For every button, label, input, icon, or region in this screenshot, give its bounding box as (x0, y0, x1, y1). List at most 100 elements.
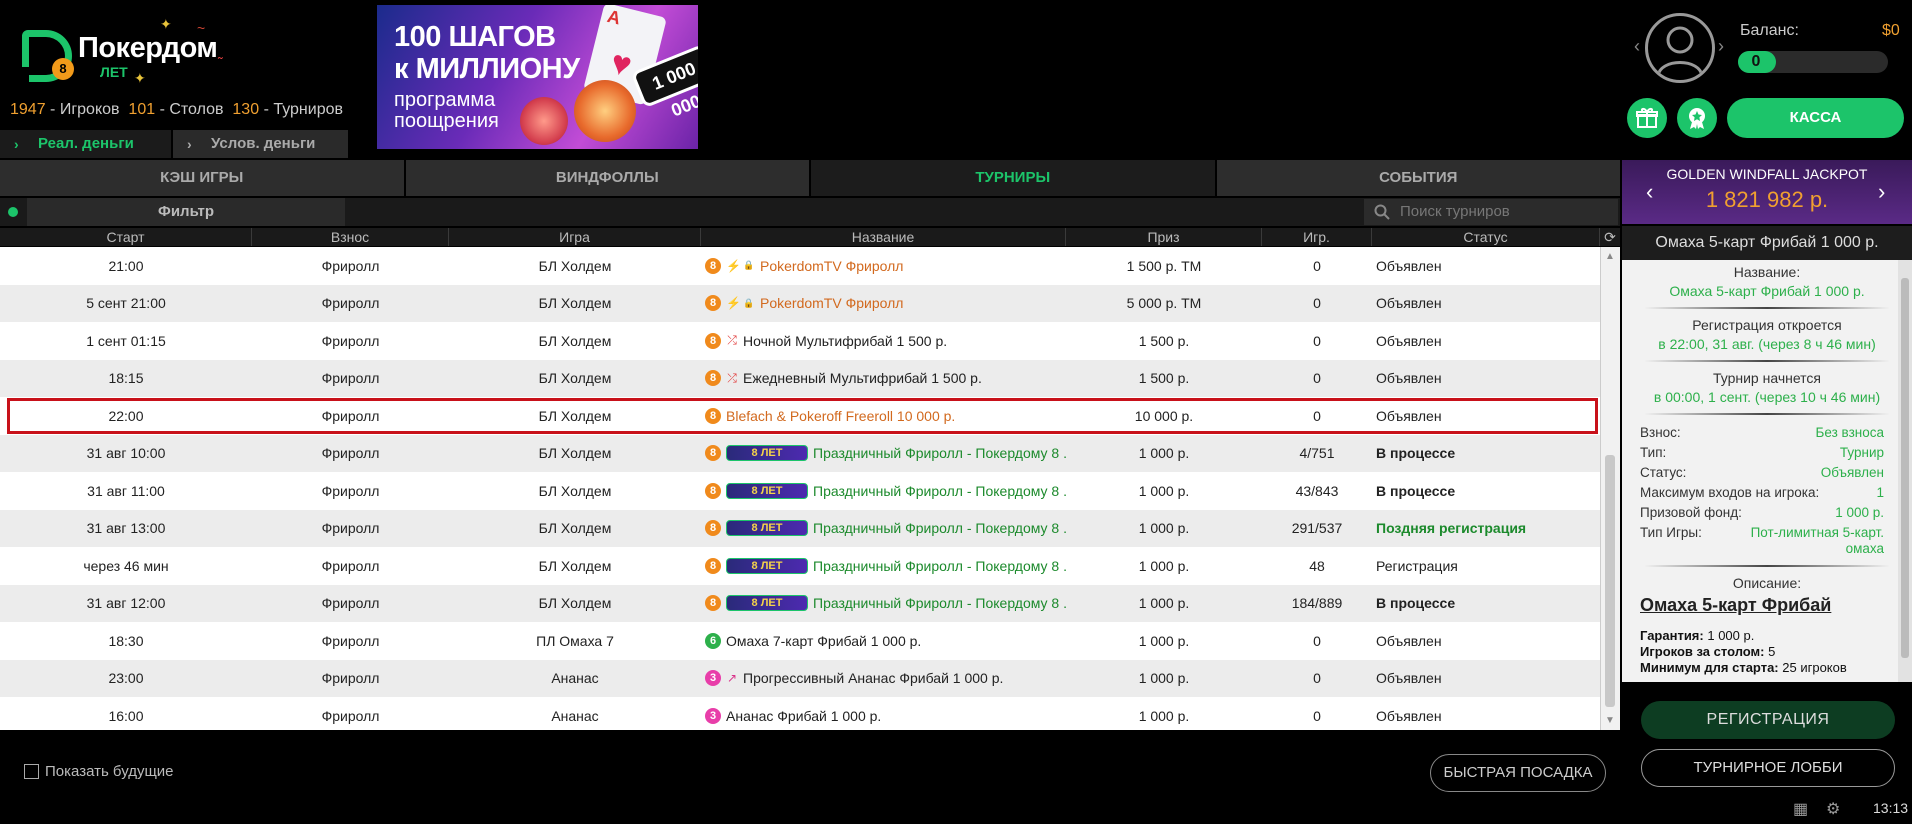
tab-play-money[interactable]: › Услов. деньги (173, 130, 348, 158)
table-row[interactable]: 18:15 Фриролл БЛ Холдем 8 ⤮ Ежедневный Мульти… (0, 359, 1600, 397)
cell-game: БЛ Холдем (538, 257, 612, 274)
table-row[interactable]: через 46 мин Фриролл БЛ Холдем 8 8 ЛЕТ Праздн… (0, 547, 1600, 585)
seats-badge: 8 (705, 520, 721, 537)
tournament-name: Ночной Мультифрибай 1 500 р. (743, 332, 948, 349)
table-row-selected[interactable]: 22:00 Фриролл БЛ Холдем 8 Blefach & Pokeroff… (0, 397, 1600, 435)
table-row[interactable]: 31 авг 11:00 Фриролл БЛ Холдем 8 8 ЛЕТ Праздн… (0, 472, 1600, 510)
details-scroll-thumb[interactable] (1901, 278, 1909, 658)
table-row[interactable]: 31 авг 13:00 Фриролл БЛ Холдем 8 8 ЛЕТ Праздн… (0, 509, 1600, 547)
detail-key: Взнос: (1640, 425, 1681, 440)
seats-badge: 8 (705, 295, 721, 312)
table-row[interactable]: 16:00 Фриролл Ананас 3 Ананас Фрибай 1 000 р… (0, 697, 1600, 730)
table-row[interactable]: 1 сент 01:15 Фриролл БЛ Холдем 8 ⤮ Ночной Мул… (0, 322, 1600, 360)
register-button[interactable]: РЕГИСТРАЦИЯ (1641, 701, 1895, 739)
gear-icon[interactable]: ⚙ (1826, 799, 1840, 819)
cell-game: ПЛ Омаха 7 (536, 632, 614, 649)
table-header: Старт Взнос Игра Название Приз Игр. Стат… (0, 228, 1620, 246)
tournament-details: Название: Омаха 5-карт Фрибай 1 000 р. Р… (1622, 260, 1912, 682)
level-number: 0 (1751, 53, 1761, 70)
col-players[interactable]: Игр. (1262, 228, 1372, 246)
tournament-name: Праздничный Фриролл - Покердому 8 ... (813, 520, 1066, 537)
per-table-label: Игроков за столом: (1640, 644, 1765, 659)
poker-lobby: 8 Покердом ЛЕТ ✦ ~ ˜ ✦ 1947 - Игроков 10… (0, 0, 1912, 824)
tables-count: 101 (128, 101, 156, 118)
cell-fee: Фриролл (321, 407, 380, 424)
coin-icon (520, 97, 568, 145)
show-future-checkbox[interactable] (24, 764, 39, 779)
cell-fee: Фриролл (321, 595, 380, 612)
rewards-button[interactable] (1677, 98, 1717, 138)
anniversary-badge-icon: 8 ЛЕТ (726, 595, 808, 612)
cell-name: 8 ⤮ Ежедневный Мультифрибай 1 500 р. (701, 370, 1066, 387)
user-icon (1656, 26, 1704, 77)
chevron-right-icon[interactable]: › (1878, 179, 1885, 205)
tab-tournaments[interactable]: ТУРНИРЫ (811, 160, 1217, 196)
scroll-up-icon[interactable]: ▲ (1605, 251, 1615, 262)
chevron-right-icon[interactable]: › (1718, 36, 1724, 57)
col-game[interactable]: Игра (449, 228, 701, 246)
banner-title-line2: к МИЛЛИОНУ (394, 53, 580, 85)
filter-button[interactable]: Фильтр (27, 198, 345, 226)
scroll-thumb[interactable] (1605, 455, 1615, 707)
refresh-icon[interactable]: ⟳ (1600, 228, 1620, 246)
lock-icon: 🔒 (743, 260, 755, 271)
cell-fee: Фриролл (321, 332, 380, 349)
col-fee[interactable]: Взнос (252, 228, 449, 246)
money-mode-tabs: › Реал. деньги › Услов. деньги (0, 130, 348, 158)
cashier-button[interactable]: КАССА (1727, 98, 1904, 138)
cell-status: Объявлен (1376, 370, 1442, 387)
promo-banner[interactable]: 100 ШАГОВ к МИЛЛИОНУ программа поощрения… (377, 5, 698, 149)
tournament-lobby-button[interactable]: ТУРНИРНОЕ ЛОББИ (1641, 749, 1895, 787)
tab-events[interactable]: СОБЫТИЯ (1216, 160, 1620, 196)
balance-label: Баланс: (1740, 22, 1799, 39)
table-row[interactable]: 31 авг 10:00 Фриролл БЛ Холдем 8 8 ЛЕТ Праздн… (0, 434, 1600, 472)
table-row[interactable]: 21:00 Фриролл БЛ Холдем 8 ⚡ 🔒 PokerdomTV Фриро… (0, 247, 1600, 285)
cell-status: Объявлен (1376, 407, 1442, 424)
table-row[interactable]: 18:30 Фриролл ПЛ Омаха 7 6 Омаха 7-карт Фриб… (0, 622, 1600, 660)
tab-real-money[interactable]: › Реал. деньги (0, 130, 172, 158)
table-scrollbar[interactable]: ▲ ▼ (1600, 247, 1620, 730)
seats-badge: 8 (705, 257, 721, 274)
table-row[interactable]: 5 сент 21:00 Фриролл БЛ Холдем 8 ⚡ 🔒 PokerdomT… (0, 284, 1600, 322)
quick-seat-button[interactable]: БЫСТРАЯ ПОСАДКА (1430, 754, 1606, 792)
cell-game: БЛ Холдем (538, 557, 612, 574)
cell-start: через 46 мин (83, 557, 169, 574)
chevron-left-icon[interactable]: ‹ (1634, 36, 1640, 57)
search-input[interactable]: Поиск турниров (1364, 199, 1618, 225)
tournaments-count: 130 (232, 101, 260, 118)
tab-windfalls[interactable]: ВИНДФОЛЛЫ (405, 160, 811, 196)
col-prize[interactable]: Приз (1066, 228, 1262, 246)
min-start-label: Минимум для старта: (1640, 660, 1779, 675)
lobby-tabs: КЭШ ИГРЫ ВИНДФОЛЛЫ ТУРНИРЫ СОБЫТИЯ (0, 160, 1620, 196)
details-scrollbar[interactable] (1898, 260, 1912, 682)
scroll-down-icon[interactable]: ▼ (1605, 715, 1615, 726)
coin-icon (574, 80, 636, 142)
col-name[interactable]: Название (701, 228, 1066, 246)
detail-property: Статус: Объявлен (1622, 463, 1912, 483)
cell-players: 0 (1313, 295, 1321, 312)
tournament-name: Праздничный Фриролл - Покердому 8 ... (813, 595, 1066, 612)
cell-prize: 1 000 р. (1138, 595, 1190, 612)
cell-game: Ананас (551, 670, 599, 687)
avatar[interactable] (1645, 13, 1715, 83)
details-name-label: Название: (1733, 264, 1801, 280)
col-start[interactable]: Старт (0, 228, 252, 246)
cell-game: Ананас (551, 707, 599, 724)
cell-start: 22:00 (108, 407, 144, 424)
tab-cash-games[interactable]: КЭШ ИГРЫ (0, 160, 406, 196)
detail-value: Без взноса (1815, 425, 1884, 440)
badge-icon[interactable]: ▦ (1793, 799, 1808, 819)
table-row[interactable]: 23:00 Фриролл Ананас 3 ↗ Прогрессивный Ананас… (0, 659, 1600, 697)
gift-button[interactable] (1627, 98, 1667, 138)
col-status[interactable]: Статус (1372, 228, 1600, 246)
cell-fee: Фриролл (321, 557, 380, 574)
cell-game: БЛ Холдем (538, 482, 612, 499)
cell-players: 0 (1313, 332, 1321, 349)
table-row[interactable]: 31 авг 12:00 Фриролл БЛ Холдем 8 8 ЛЕТ Праздн… (0, 584, 1600, 622)
show-future-toggle[interactable]: Показать будущие (24, 763, 174, 780)
cell-fee: Фриролл (321, 370, 380, 387)
cell-players: 0 (1313, 707, 1321, 724)
lightning-icon: ⚡ (726, 296, 741, 311)
players-count: 1947 (10, 101, 46, 118)
tournament-name: Ежедневный Мультифрибай 1 500 р. (743, 370, 982, 387)
